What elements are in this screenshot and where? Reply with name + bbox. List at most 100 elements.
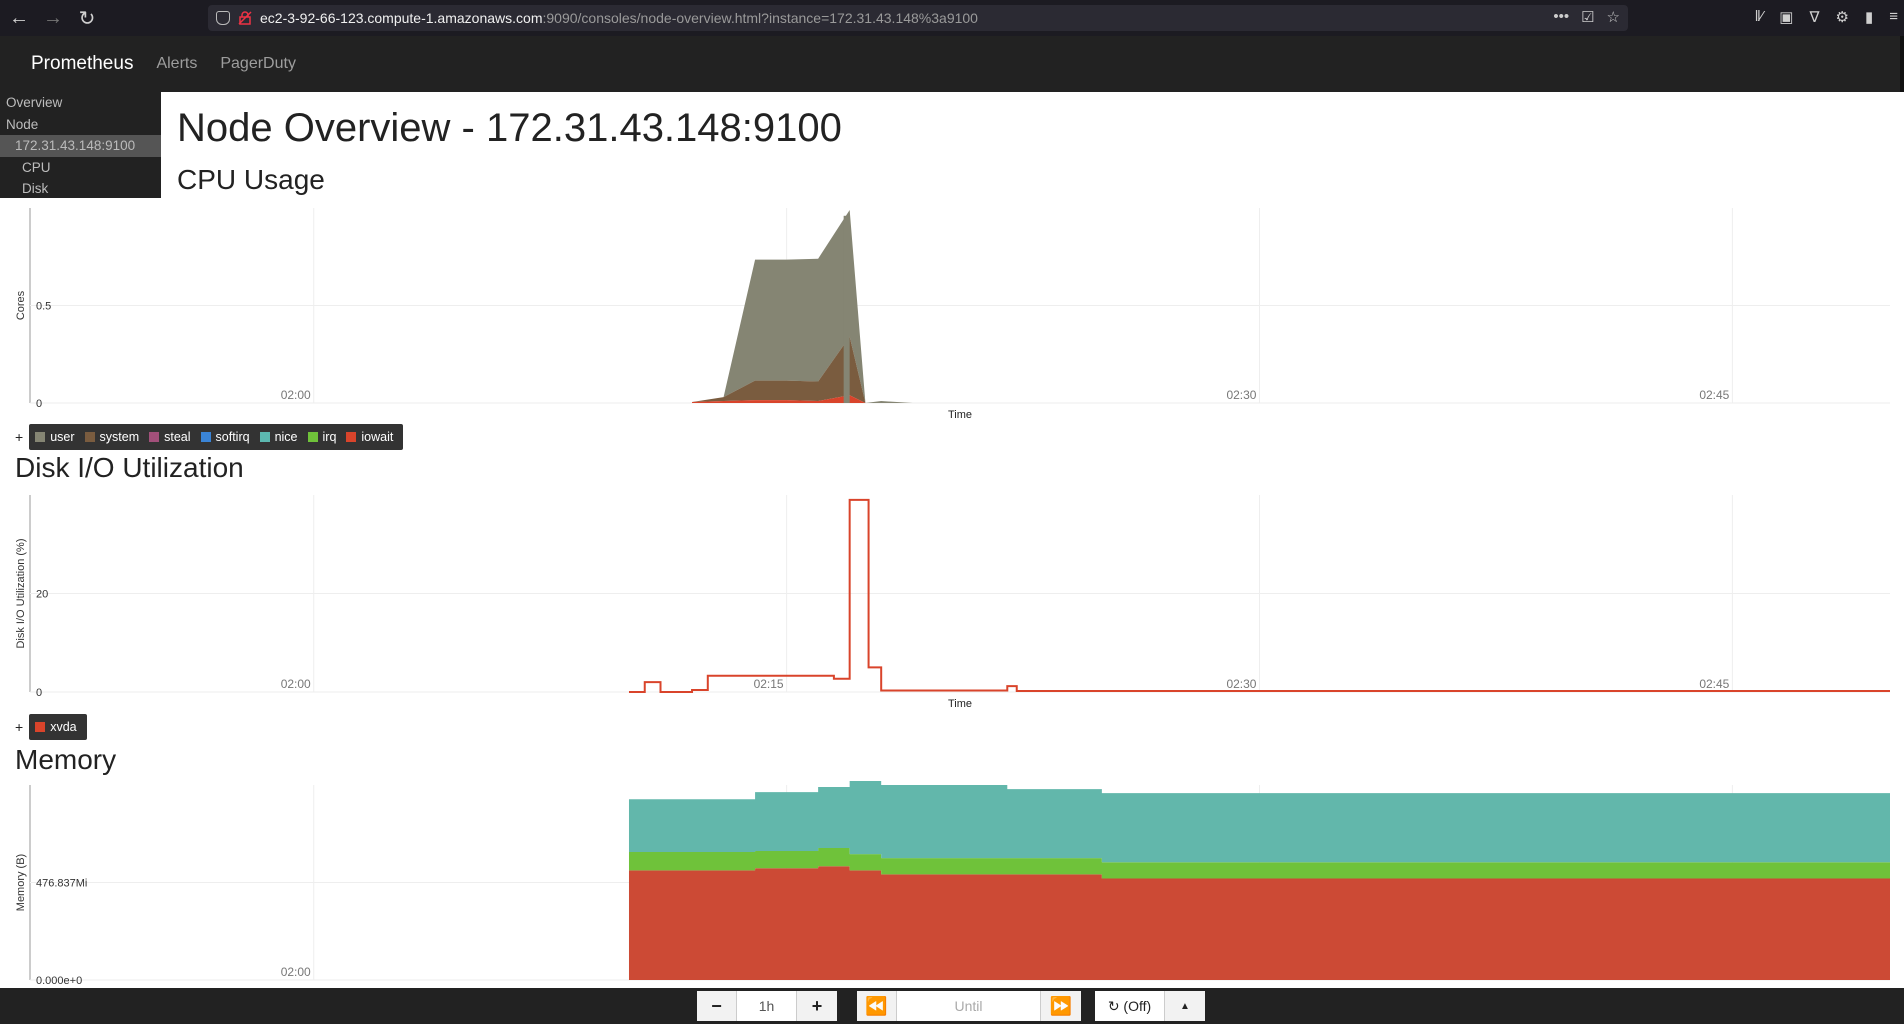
nav-link-alerts[interactable]: Alerts	[156, 55, 197, 73]
y-axis-label: Disk I/O Utilization (%)	[15, 538, 27, 648]
refresh-button[interactable]: ↻ (Off)	[1095, 991, 1165, 1021]
cpu-usage-chart: 02:0002:1502:3002:4500.5CoresTime	[15, 208, 1890, 421]
vivaldi-icon[interactable]: ∇	[1809, 8, 1819, 26]
x-tick-label: 02:30	[1226, 388, 1256, 402]
y-tick-label: 20	[36, 589, 48, 601]
y-axis-label: Memory (B)	[15, 854, 27, 911]
cpu-legend-expand[interactable]: +	[15, 429, 23, 445]
refresh-interval-caret-icon[interactable]: ▲	[1165, 991, 1205, 1021]
legend-swatch	[84, 432, 95, 442]
disk-io-title: Disk I/O Utilization	[15, 452, 244, 483]
cpu-peak-bar	[843, 215, 850, 403]
x-axis-label: Time	[948, 409, 972, 421]
range-group: − 1h +	[697, 991, 837, 1021]
disk-legend-expand[interactable]: +	[15, 719, 23, 735]
disk-legend-row: + xvda	[15, 714, 87, 740]
cpu-legend-item-irq[interactable]: irq	[307, 430, 337, 444]
memory-chart: 02:0002:1502:3002:450.000e+0476.837MiMem…	[15, 780, 1890, 987]
page-title: Node Overview - 172.31.43.148:9100	[177, 106, 842, 150]
legend-swatch	[307, 432, 318, 442]
graph-controls-bar: − 1h + ⏪ Until ⏩ ↻ (Off) ▲	[0, 988, 1904, 1024]
memory-title: Memory	[15, 744, 117, 775]
x-axis-label: Time	[948, 698, 972, 710]
reload-icon[interactable]: ↻	[72, 3, 102, 33]
menu-icon[interactable]: ≡	[1889, 8, 1898, 26]
menu-item-cpu[interactable]: CPU	[0, 157, 161, 179]
legend-swatch	[149, 432, 160, 442]
disk-legend-item-xvda[interactable]: xvda	[35, 720, 77, 734]
legend-swatch	[200, 432, 211, 442]
x-tick-label: 02:00	[281, 965, 311, 979]
address-bar[interactable]: ec2-3-92-66-123.compute-1.amazonaws.com:…	[208, 5, 1628, 31]
legend-label: irq	[322, 430, 337, 444]
legend-label: system	[99, 430, 140, 444]
y-tick-label: 0.5	[36, 301, 51, 313]
legend-label: nice	[274, 430, 298, 444]
cpu-legend-item-nice[interactable]: nice	[259, 430, 298, 444]
x-tick-label: 02:45	[1699, 677, 1729, 691]
expand-range-button[interactable]: +	[797, 991, 837, 1021]
series-area-red	[628, 866, 1890, 980]
url-path: :9090/consoles/node-overview.html?instan…	[542, 10, 978, 26]
nav-link-pagerduty[interactable]: PagerDuty	[220, 55, 296, 73]
arrow-right-icon[interactable]: →	[38, 3, 68, 33]
insecure-lock-icon	[238, 11, 252, 25]
more-icon[interactable]: •••	[1553, 8, 1569, 26]
series-area-user	[692, 209, 1890, 403]
rewind-icon[interactable]: ⏪	[857, 991, 897, 1021]
url-host: ec2-3-92-66-123.compute-1.amazonaws.com	[260, 10, 543, 26]
legend-swatch	[35, 432, 46, 442]
legend-label: iowait	[361, 430, 394, 444]
cpu-legend-item-softirq[interactable]: softirq	[200, 430, 250, 444]
console-menu: Overview Node 172.31.43.148:9100 CPU Dis…	[0, 92, 161, 198]
x-tick-label: 02:15	[754, 677, 784, 691]
x-tick-label: 02:45	[1699, 388, 1729, 402]
cpu-legend: user system steal softirq nice irq iowait	[29, 424, 404, 450]
y-tick-label: 0	[36, 398, 42, 410]
time-group: ⏪ Until ⏩	[857, 991, 1081, 1021]
menu-item-node[interactable]: Node	[0, 114, 161, 136]
disk-legend: xvda	[29, 714, 87, 740]
menu-item-disk[interactable]: Disk	[0, 178, 161, 200]
range-input[interactable]: 1h	[737, 991, 797, 1021]
arrow-left-icon[interactable]: ←	[4, 3, 34, 33]
sidebar-icon[interactable]: ▮	[1865, 8, 1873, 26]
refresh-group: ↻ (Off) ▲	[1095, 991, 1205, 1021]
legend-label: softirq	[215, 430, 250, 444]
legend-label: steal	[164, 430, 191, 444]
legend-swatch	[35, 722, 46, 732]
menu-item-overview[interactable]: Overview	[0, 92, 161, 114]
x-tick-label: 02:00	[281, 677, 311, 691]
x-tick-label: 02:30	[1226, 677, 1256, 691]
disk-io-chart: 02:00 02:15 02:30 02:45 0 20 Disk I/O Utilizat…	[15, 495, 1890, 710]
y-tick-label: 0	[36, 687, 42, 699]
menu-item-instance[interactable]: 172.31.43.148:9100	[0, 135, 161, 157]
shield-icon	[216, 11, 230, 25]
pocket-icon[interactable]: ☑	[1581, 8, 1594, 26]
y-axis-label: Cores	[15, 290, 27, 320]
legend-swatch	[346, 432, 357, 442]
cpu-legend-item-steal[interactable]: steal	[149, 430, 191, 444]
star-icon[interactable]: ☆	[1607, 8, 1620, 26]
library-icon[interactable]: ‖⁄	[1755, 8, 1764, 26]
y-tick-label: 0.000e+0	[36, 975, 82, 987]
until-input[interactable]: Until	[897, 991, 1041, 1021]
legend-swatch	[259, 432, 270, 442]
cpu-usage-title: CPU Usage	[177, 164, 325, 195]
prometheus-navbar: Prometheus Alerts PagerDuty	[0, 36, 1904, 92]
cpu-legend-item-system[interactable]: system	[84, 430, 140, 444]
cpu-legend-item-user[interactable]: user	[35, 430, 75, 444]
shrink-range-button[interactable]: −	[697, 991, 737, 1021]
fast-forward-icon[interactable]: ⏩	[1041, 991, 1081, 1021]
brand-link[interactable]: Prometheus	[31, 53, 133, 75]
reader-icon[interactable]: ▣	[1779, 8, 1793, 26]
x-tick-label: 02:00	[281, 388, 311, 402]
browser-toolbar: ← → ↻ ec2-3-92-66-123.compute-1.amazonaw…	[0, 0, 1904, 36]
cpu-legend-item-iowait[interactable]: iowait	[346, 430, 393, 444]
cpu-legend-row: + user system steal softirq nice irq iowait	[15, 424, 404, 450]
settings-icon[interactable]: ⚙	[1836, 8, 1849, 26]
legend-label: xvda	[50, 720, 77, 734]
series-area-teal	[628, 780, 1890, 863]
y-tick-label: 476.837Mi	[36, 878, 87, 890]
legend-label: user	[50, 430, 75, 444]
